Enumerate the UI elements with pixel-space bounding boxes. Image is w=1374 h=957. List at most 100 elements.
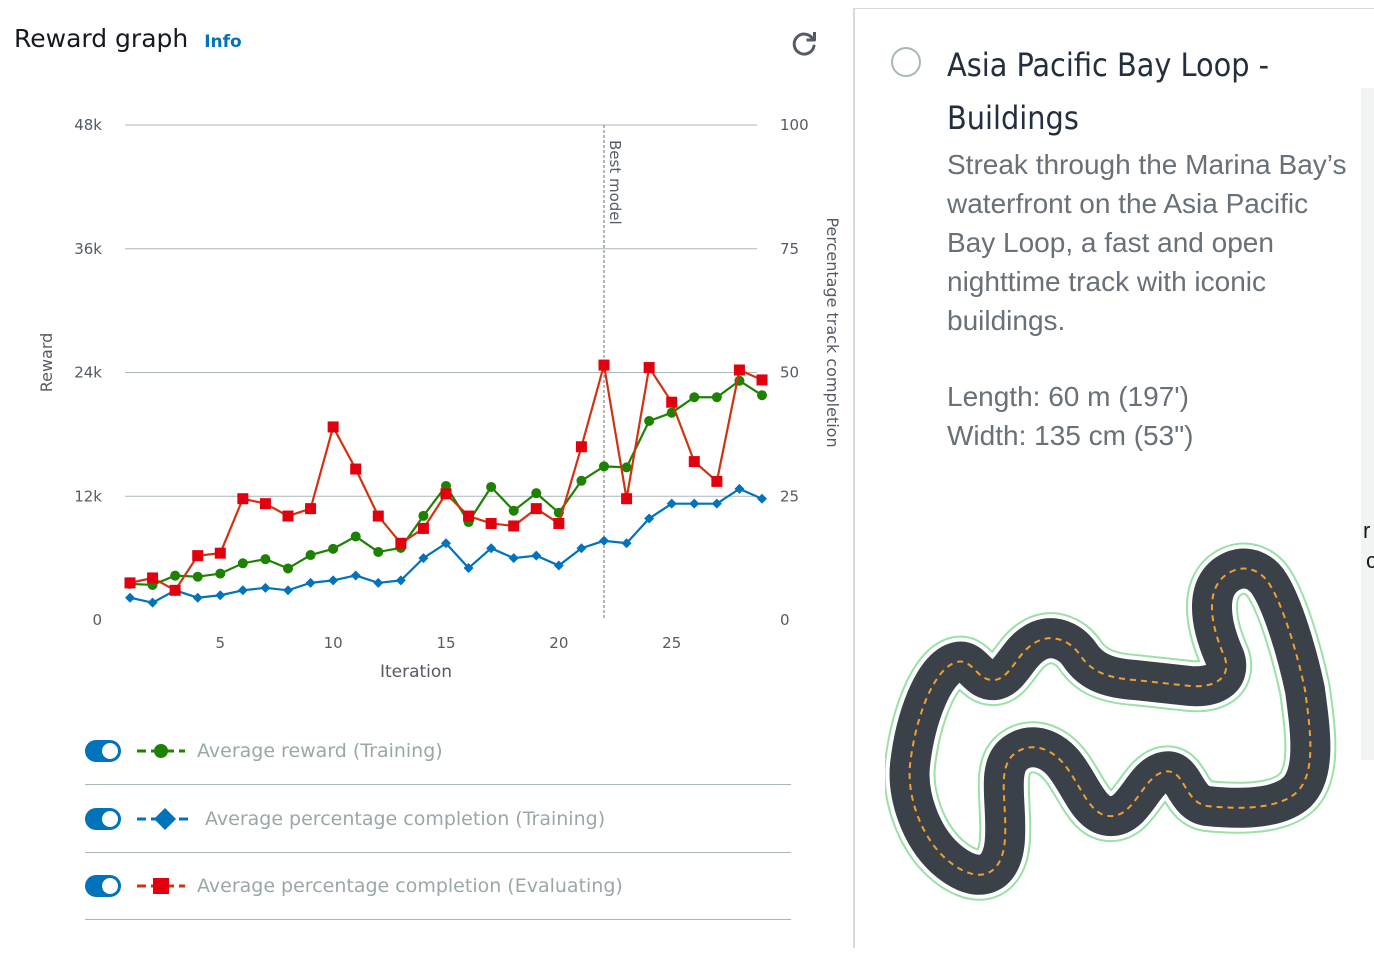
header: Reward graph Info [14, 24, 242, 53]
data-point [756, 374, 768, 386]
data-point [485, 517, 497, 529]
diamond-marker-icon [137, 808, 193, 830]
refresh-icon[interactable] [788, 28, 820, 60]
data-point [350, 570, 361, 581]
data-point [214, 547, 226, 559]
data-point [328, 543, 339, 554]
y-right-tick-label: 0 [780, 611, 790, 629]
page-title: Reward graph [14, 24, 189, 53]
data-point [237, 558, 248, 569]
data-point [575, 441, 587, 453]
toggle-average-percentage-completion-evaluating[interactable] [85, 875, 121, 897]
track-radio-button[interactable] [891, 47, 921, 77]
data-point [576, 475, 587, 486]
legend-item-average-percentage-completion-training: Average percentage completion (Training) [85, 786, 791, 853]
x-tick-label: 5 [216, 634, 226, 652]
track-description: Streak through the Marina Bay’s waterfro… [947, 149, 1347, 336]
legend-item-average-reward-training: Average reward (Training) [85, 718, 791, 785]
data-point [757, 390, 767, 401]
y-left-tick-label: 12k [74, 487, 102, 505]
data-point [508, 553, 519, 564]
data-point [440, 488, 452, 500]
toggle-average-reward-training[interactable] [85, 740, 121, 762]
x-tick-label: 20 [549, 634, 568, 652]
data-point [283, 585, 293, 596]
toggle-average-percentage-completion-training[interactable] [85, 808, 121, 830]
data-point [531, 550, 542, 561]
data-point [215, 568, 226, 579]
data-point [282, 510, 294, 522]
y-right-tick-label: 75 [780, 240, 799, 258]
data-point [689, 392, 700, 403]
best-model-label: Best model [606, 140, 624, 225]
data-point [711, 475, 723, 487]
data-point [350, 531, 361, 542]
data-point [373, 577, 384, 588]
legend-label: Average percentage completion (Evaluatin… [197, 875, 623, 897]
data-point [283, 563, 293, 574]
data-point [192, 592, 203, 603]
data-point [757, 493, 767, 504]
data-point [260, 554, 271, 565]
y-right-tick-label: 50 [780, 364, 799, 382]
y-left-tick-label: 36k [74, 240, 102, 258]
x-tick-label: 10 [324, 634, 343, 652]
data-point [553, 517, 565, 529]
track-map-image [885, 542, 1337, 901]
data-point [192, 571, 203, 582]
data-point [305, 503, 317, 515]
data-point [486, 481, 497, 492]
data-point [192, 550, 204, 562]
data-point [418, 510, 429, 521]
data-point [170, 570, 181, 581]
x-tick-label: 15 [436, 634, 455, 652]
data-point [599, 535, 609, 546]
data-point [169, 584, 181, 596]
y-left-tick-label: 24k [74, 364, 102, 382]
data-point [508, 505, 519, 516]
y-left-axis-label: Reward [37, 333, 56, 393]
chart-grid [125, 124, 757, 497]
data-point [305, 577, 316, 588]
circle-marker-icon [137, 744, 185, 758]
data-point [417, 522, 429, 534]
data-point [327, 421, 339, 433]
series-average-percentage-completion-training [125, 483, 767, 608]
data-point [711, 392, 722, 403]
square-marker-icon [137, 878, 185, 894]
track-name: Asia Pacific Bay Loop - Buildings [947, 46, 1270, 137]
info-link[interactable]: Info [204, 32, 242, 52]
data-point [530, 503, 542, 515]
data-point [260, 582, 271, 593]
data-point [508, 520, 520, 532]
data-point [147, 597, 158, 608]
data-point [733, 364, 745, 376]
track-length: Length: 60 m (197') [947, 381, 1189, 412]
reward-chart: Best model 0 0 12k 25 24k 50 36k 75 48k 100 5 10 15 2… [37, 116, 842, 682]
data-point [666, 396, 678, 408]
data-point [305, 550, 316, 561]
data-point [372, 510, 384, 522]
y-left-tick-label: 0 [92, 611, 102, 629]
track-width: Width: 135 cm (53") [947, 420, 1194, 451]
legend-label: Average reward (Training) [197, 740, 443, 762]
data-point [350, 463, 362, 475]
data-point [531, 488, 542, 499]
data-point [395, 537, 407, 549]
data-point [621, 493, 633, 505]
y-right-axis-label: Percentage track completion [823, 217, 842, 447]
data-point [621, 462, 632, 473]
data-point [215, 590, 226, 601]
data-point [259, 498, 271, 510]
y-left-tick-label: 48k [74, 116, 102, 134]
data-point [599, 461, 609, 472]
x-axis-label: Iteration [380, 662, 452, 682]
y-right-tick-label: 25 [780, 487, 799, 505]
data-point [125, 592, 135, 603]
data-point [237, 493, 249, 505]
chart-series [124, 359, 768, 608]
data-point [644, 415, 655, 426]
series-average-percentage-completion-evaluating [124, 359, 768, 596]
legend-label: Average percentage completion (Training) [205, 808, 606, 830]
data-point [328, 575, 339, 586]
